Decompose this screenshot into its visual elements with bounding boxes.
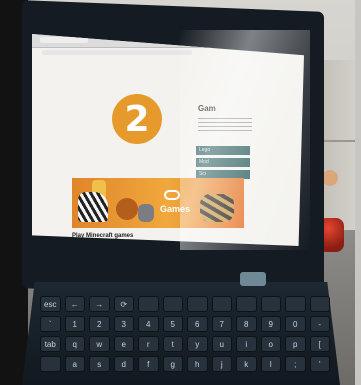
keyboard-key[interactable]: i [236, 336, 257, 352]
laptop-hinge [240, 272, 266, 286]
games-banner[interactable]: Games [72, 178, 244, 228]
keyboard-key[interactable]: e [113, 336, 134, 352]
toy-figure-head [322, 170, 338, 186]
keyboard-key[interactable]: u [211, 336, 232, 352]
keyboard-key[interactable]: t [162, 336, 183, 352]
keyboard-key[interactable] [187, 296, 208, 312]
keyboard-key[interactable]: w [89, 336, 110, 352]
keyboard-key[interactable] [40, 356, 61, 372]
keyboard-key[interactable]: esc [40, 296, 61, 312]
sidebar-heading: Gam [198, 104, 216, 113]
laptop-screen: 2 Gam Lego Mod Sci Games Play Minecraft … [32, 34, 304, 246]
zebra-illustration [78, 192, 108, 222]
keyboard-key[interactable]: ← [64, 296, 85, 312]
step-number-badge: 2 [112, 94, 162, 144]
keyboard-key[interactable]: 5 [162, 316, 183, 332]
keyboard: esc ← → ⟳ ` 1 2 3 4 5 6 7 8 9 0- tab q w e r t y u i o p[ a s d f g h j k… [40, 296, 330, 385]
keyboard-key[interactable]: ` [40, 316, 61, 332]
sidebar-button[interactable]: Lego [196, 146, 250, 155]
keyboard-key[interactable] [309, 296, 330, 312]
address-bar[interactable] [42, 50, 192, 55]
keyboard-key[interactable]: 3 [113, 316, 134, 332]
keyboard-key[interactable]: f [138, 356, 159, 372]
keyboard-key[interactable]: 1 [64, 316, 85, 332]
lion-illustration [116, 198, 138, 220]
keyboard-key[interactable]: y [187, 336, 208, 352]
keyboard-key[interactable] [138, 296, 159, 312]
keyboard-key[interactable] [236, 296, 257, 312]
wild-dog-illustration [200, 194, 234, 222]
keyboard-key[interactable]: k [236, 356, 257, 372]
keyboard-key[interactable]: d [113, 356, 134, 372]
keyboard-key[interactable]: h [187, 356, 208, 372]
keyboard-key[interactable] [162, 296, 183, 312]
keyboard-key[interactable]: [ [309, 336, 330, 352]
keyboard-key[interactable]: - [309, 316, 330, 332]
gamepad-icon [164, 190, 180, 200]
keyboard-key[interactable]: r [138, 336, 159, 352]
keyboard-key[interactable]: 4 [138, 316, 159, 332]
keyboard-key[interactable]: g [162, 356, 183, 372]
keyboard-key[interactable] [285, 296, 306, 312]
keyboard-key[interactable]: 2 [89, 316, 110, 332]
games-label: Games [160, 204, 191, 214]
sidebar-text [198, 118, 252, 134]
keyboard-key[interactable] [260, 296, 281, 312]
keyboard-key[interactable]: p [285, 336, 306, 352]
keyboard-key[interactable]: ⟳ [113, 296, 134, 312]
keyboard-key[interactable]: 8 [236, 316, 257, 332]
keyboard-key[interactable]: s [89, 356, 110, 372]
keyboard-key[interactable]: 9 [260, 316, 281, 332]
keyboard-key[interactable] [211, 296, 232, 312]
elephant-illustration [138, 204, 154, 222]
keyboard-key[interactable]: 7 [211, 316, 232, 332]
keyboard-key[interactable]: a [64, 356, 85, 372]
keyboard-key[interactable]: q [64, 336, 85, 352]
keyboard-key[interactable]: → [89, 296, 110, 312]
keyboard-key[interactable]: j [211, 356, 232, 372]
keyboard-key[interactable]: ' [309, 356, 330, 372]
keyboard-key[interactable]: 6 [187, 316, 208, 332]
keyboard-key[interactable]: l [260, 356, 281, 372]
sidebar-button[interactable]: Mod [196, 158, 250, 167]
photo: 2 Gam Lego Mod Sci Games Play Minecraft … [0, 0, 361, 385]
browser-tab[interactable] [40, 37, 88, 43]
keyboard-key[interactable]: 0 [285, 316, 306, 332]
keyboard-key[interactable]: o [260, 336, 281, 352]
keyboard-key[interactable]: ; [285, 356, 306, 372]
keyboard-key[interactable]: tab [40, 336, 61, 352]
